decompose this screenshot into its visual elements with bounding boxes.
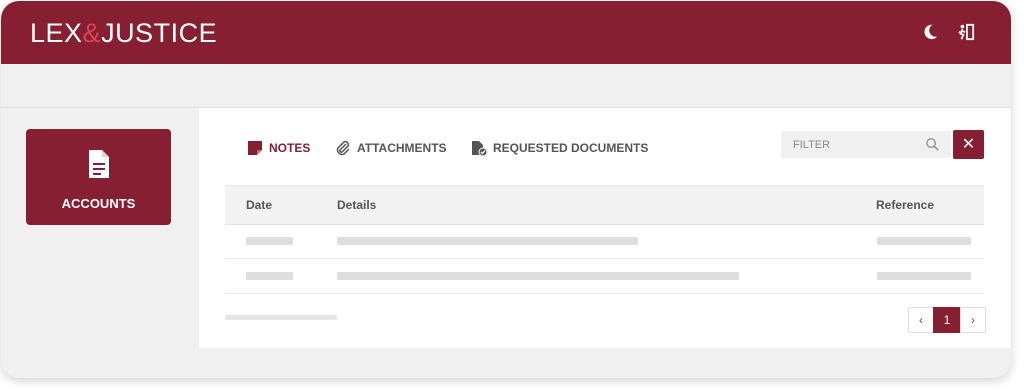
tab-attachments[interactable]: ATTACHMENTS: [335, 140, 447, 156]
top-bar: LEX&JUSTICE: [1, 1, 1011, 64]
document-check-icon: [472, 141, 487, 156]
footer-strip: [1, 348, 1011, 378]
paperclip-icon: [336, 140, 350, 156]
document-icon: [89, 150, 109, 178]
column-header-reference[interactable]: Reference: [876, 198, 934, 212]
tab-notes[interactable]: NOTES: [247, 140, 310, 156]
pagination-page-button[interactable]: 1: [933, 307, 961, 333]
clear-filter-button[interactable]: ✕: [953, 130, 984, 159]
note-icon: [248, 141, 262, 155]
placeholder-reference: [877, 272, 971, 280]
placeholder-details: [337, 272, 739, 280]
search-icon[interactable]: [925, 137, 940, 152]
column-header-details[interactable]: Details: [337, 198, 376, 212]
placeholder-date: [246, 272, 293, 280]
placeholder-reference: [877, 237, 971, 245]
tab-label: ATTACHMENTS: [357, 141, 447, 155]
sidebar-item-accounts[interactable]: ACCOUNTS: [26, 129, 171, 225]
pagination-next-button[interactable]: ›: [960, 307, 986, 333]
pagination-prev-button[interactable]: ‹: [908, 307, 934, 333]
sidebar-item-label: ACCOUNTS: [61, 196, 136, 211]
filter-box: [781, 131, 951, 158]
table-header: Date Details Reference: [225, 185, 984, 225]
table-row[interactable]: [225, 259, 984, 294]
placeholder-date: [246, 237, 293, 245]
horizontal-scrollbar[interactable]: [225, 315, 337, 320]
exit-icon[interactable]: [957, 23, 975, 41]
filter-input[interactable]: [791, 136, 915, 154]
column-header-date[interactable]: Date: [246, 198, 272, 212]
tab-requested-documents[interactable]: REQUESTED DOCUMENTS: [471, 140, 648, 156]
placeholder-details: [337, 237, 638, 245]
table-row[interactable]: [225, 224, 984, 259]
moon-icon[interactable]: [921, 23, 939, 41]
brand-logo: LEX&JUSTICE: [30, 18, 218, 48]
tab-label: NOTES: [269, 141, 311, 155]
sub-bar: [1, 64, 1011, 108]
tab-label: REQUESTED DOCUMENTS: [493, 141, 649, 155]
